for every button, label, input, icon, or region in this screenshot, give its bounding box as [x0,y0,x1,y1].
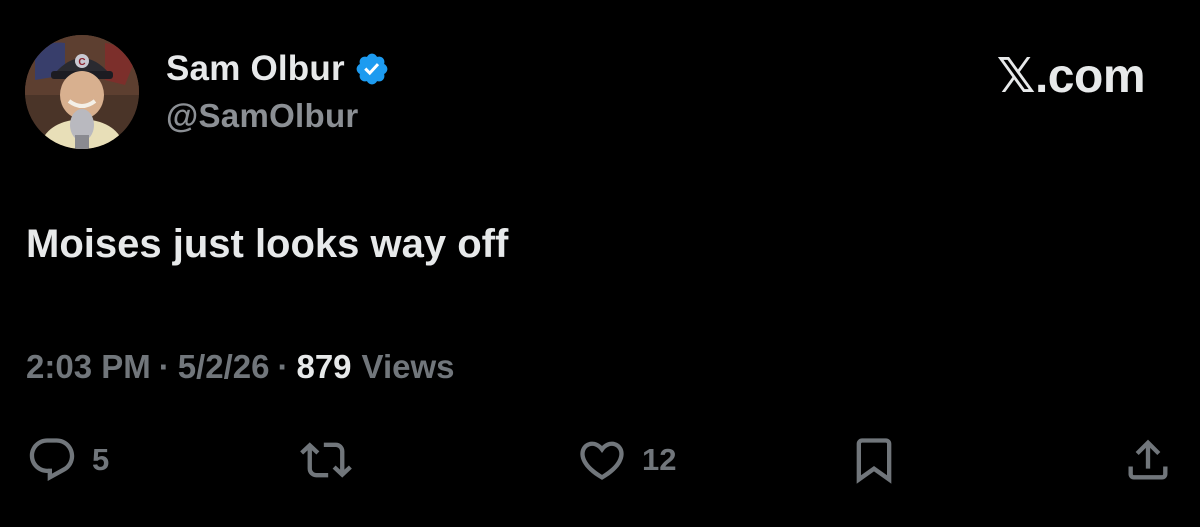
tweet-card: C Sam Olbur @SamOlbur 𝕏.com Moises just … [0,0,1200,527]
action-bar: 5 12 [0,432,1200,492]
meta-separator: · [277,348,289,385]
bookmark-button[interactable] [848,432,900,488]
reply-icon [29,438,75,482]
tweet-date[interactable]: 5/2/26 [178,348,270,386]
tweet-time[interactable]: 2:03 PM [26,348,151,386]
author-name-row: Sam Olbur [166,48,390,90]
reply-count: 5 [92,442,110,477]
reply-button[interactable]: 5 [26,432,109,488]
views-count[interactable]: 879 [296,348,351,386]
svg-text:C: C [78,57,85,68]
meta-separator: · [158,348,170,385]
like-button[interactable]: 12 [576,432,676,488]
share-icon [1128,439,1168,480]
author-handle[interactable]: @SamOlbur [166,97,359,135]
tweet-meta: 2:03 PM · 5/2/26 · 879 Views [26,348,455,386]
verified-badge-icon [356,53,388,85]
repost-button[interactable] [300,432,366,488]
bookmark-icon [856,438,892,484]
repost-icon [300,442,352,478]
avatar[interactable]: C [25,35,139,149]
brand-logo: 𝕏.com [996,50,1146,103]
author-display-name[interactable]: Sam Olbur [166,49,345,89]
like-icon [580,441,624,480]
views-label: Views [361,348,455,385]
like-count: 12 [642,442,677,477]
share-button[interactable] [1122,432,1174,488]
tweet-text: Moises just looks way off [26,222,509,266]
